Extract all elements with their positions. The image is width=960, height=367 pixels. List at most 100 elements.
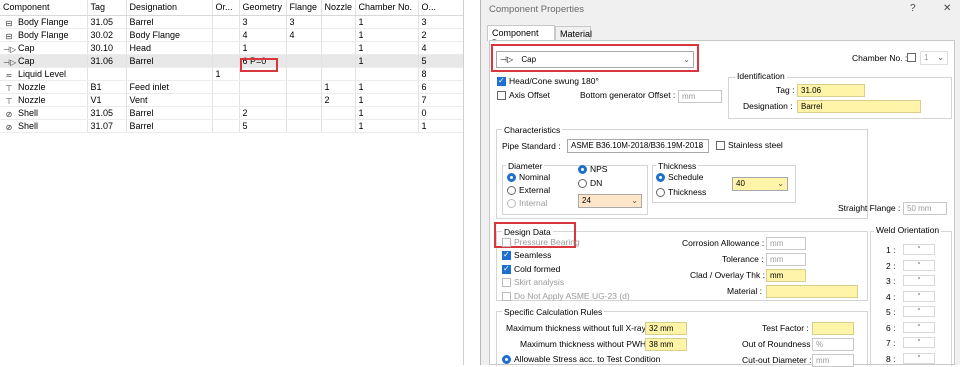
table-cell: ⊣▷ Cap	[0, 54, 88, 68]
table-row[interactable]: ⊣▷ Cap 30.10 Head 1 1 4	[0, 41, 463, 55]
weld-input[interactable]: °	[903, 306, 935, 317]
close-button[interactable]: ✕	[943, 3, 951, 14]
skirt-checkbox[interactable]	[502, 278, 511, 287]
chevron-down-icon: ⌄	[937, 53, 944, 62]
table-row[interactable]: ⊣▷ Cap 31.06 Barrel 6 P=0 1 5	[0, 54, 463, 68]
table-cell: 3	[286, 15, 322, 29]
column-header[interactable]: Designation	[126, 0, 213, 16]
diameter-combo[interactable]: 24 ⌄	[578, 194, 642, 208]
component-table-panel: Component Tag Designation Or... Geometry Flan…	[0, 0, 463, 365]
out-roundness-input[interactable]: %	[812, 338, 854, 351]
column-header[interactable]: Tag	[87, 0, 127, 16]
component-table: Component Tag Designation Or... Geometry Flan…	[0, 0, 463, 133]
table-row[interactable]: ≂ Liquid Level 1 8	[0, 67, 463, 81]
column-header[interactable]: Geometry	[239, 0, 287, 16]
table-cell: Barrel	[126, 119, 213, 133]
table-cell: 1	[355, 15, 419, 29]
designation-input[interactable]: Barrel	[797, 100, 921, 113]
table-row[interactable]: ⊟ Body Flange 31.05 Barrel 3 3 1 3	[0, 15, 463, 29]
table-cell: 4	[286, 28, 322, 42]
max-pwht-input[interactable]: 38 mm	[645, 338, 687, 351]
chamber-combo[interactable]: 1 ⌄	[920, 51, 948, 65]
ug23-label: Do Not Apply ASME UG-23 (d)	[514, 291, 630, 301]
table-cell: ⊣▷ Cap	[0, 41, 88, 55]
max-xray-input[interactable]: 32 mm	[645, 322, 687, 335]
seamless-checkbox[interactable]	[502, 250, 511, 260]
straight-flange-input[interactable]: 50 mm	[903, 202, 947, 215]
straight-flange-label: Straight Flange :	[838, 203, 901, 213]
tab-component-data[interactable]: Component Data	[487, 25, 555, 48]
component-name: Cap	[18, 55, 35, 66]
external-radio[interactable]	[507, 186, 516, 195]
thickness-radio[interactable]	[656, 188, 665, 197]
table-row[interactable]: ⊘ Shell 31.05 Barrel 2 1 0	[0, 106, 463, 120]
corrosion-label: Corrosion Allowance :	[682, 238, 765, 248]
column-header[interactable]: Component	[0, 0, 88, 16]
table-cell	[212, 54, 240, 68]
material-input[interactable]	[766, 285, 858, 298]
pipe-standard-combo[interactable]: ASME B36.10M-2018/B36.19M-2018 ⌄	[567, 139, 709, 153]
table-cell	[286, 41, 322, 55]
test-factor-label: Test Factor :	[762, 323, 809, 333]
pressure-bearing-checkbox[interactable]	[502, 238, 511, 247]
table-cell: 1	[355, 54, 419, 68]
clad-input[interactable]: mm	[766, 269, 806, 282]
test-factor-input[interactable]	[812, 322, 854, 335]
splitter[interactable]	[463, 0, 480, 365]
bottom-generator-label: Bottom generator Offset :	[580, 90, 676, 100]
chamber-checkbox[interactable]	[907, 53, 916, 62]
help-button[interactable]: ?	[910, 3, 916, 14]
schedule-radio[interactable]	[656, 173, 665, 182]
component-name: Body Flange	[18, 16, 69, 27]
weld-input[interactable]: °	[903, 321, 935, 333]
table-row[interactable]: ⊟ Body Flange 30.02 Body Flange 4 4 1 2	[0, 28, 463, 42]
column-header[interactable]: Chamber No.	[355, 0, 419, 16]
component-name: Nozzle	[18, 94, 46, 105]
nominal-radio[interactable]	[507, 173, 516, 182]
tolerance-input[interactable]: mm	[766, 253, 806, 266]
table-row[interactable]: ⊘ Shell 31.07 Barrel 5 1 1	[0, 119, 463, 133]
weld-input[interactable]: °	[903, 290, 935, 302]
column-header[interactable]: Or...	[212, 0, 240, 16]
chamber-value: 1	[924, 53, 929, 62]
diameter-value: 24	[582, 196, 591, 205]
stainless-checkbox[interactable]	[716, 141, 725, 150]
weld-input[interactable]: °	[903, 352, 935, 364]
column-header[interactable]: Flange	[286, 0, 322, 16]
table-header-row: Component Tag Designation Or... Geometry Flan…	[0, 0, 463, 16]
material-label: Material :	[727, 286, 762, 296]
thickness-label: Thickness	[668, 187, 707, 197]
allowable-stress-radio[interactable]	[502, 355, 511, 364]
axis-offset-checkbox[interactable]	[497, 91, 506, 100]
tag-input[interactable]: 31.06	[797, 84, 865, 97]
ug23-checkbox[interactable]	[502, 292, 511, 301]
bottom-generator-input[interactable]: mm	[678, 90, 722, 103]
internal-radio[interactable]	[507, 199, 516, 208]
schedule-combo[interactable]: 40 ⌄	[732, 177, 788, 191]
table-cell: B1	[87, 80, 127, 94]
cutout-input[interactable]: mm	[812, 354, 854, 367]
head-swung-checkbox[interactable]	[497, 76, 506, 86]
table-row[interactable]: ⊤ Nozzle V1 Vent 2 1 7	[0, 93, 463, 107]
corrosion-input[interactable]: mm	[766, 237, 806, 250]
column-header[interactable]: Nozzle	[321, 0, 356, 16]
weld-input[interactable]: °	[903, 259, 935, 271]
table-cell: Vent	[126, 93, 213, 107]
weld-input[interactable]: °	[903, 337, 935, 348]
table-row[interactable]: ⊤ Nozzle B1 Feed inlet 1 1 6	[0, 80, 463, 94]
table-cell: 7	[418, 93, 463, 107]
dn-radio[interactable]	[578, 179, 587, 188]
cold-formed-checkbox[interactable]	[502, 264, 511, 274]
column-header[interactable]: O...	[418, 0, 463, 16]
table-cell: 0	[418, 106, 463, 120]
table-cell: 8	[418, 67, 463, 81]
weld-input[interactable]: °	[903, 275, 935, 286]
identification-title: Identification	[735, 71, 787, 81]
weld-label: 3 :	[886, 276, 896, 286]
table-cell: Barrel	[126, 15, 213, 29]
weld-input[interactable]: °	[903, 244, 935, 255]
table-cell: 31.05	[87, 106, 127, 120]
nps-radio[interactable]	[578, 165, 587, 174]
table-cell	[286, 67, 322, 81]
chevron-down-icon: ⌄	[631, 196, 638, 205]
